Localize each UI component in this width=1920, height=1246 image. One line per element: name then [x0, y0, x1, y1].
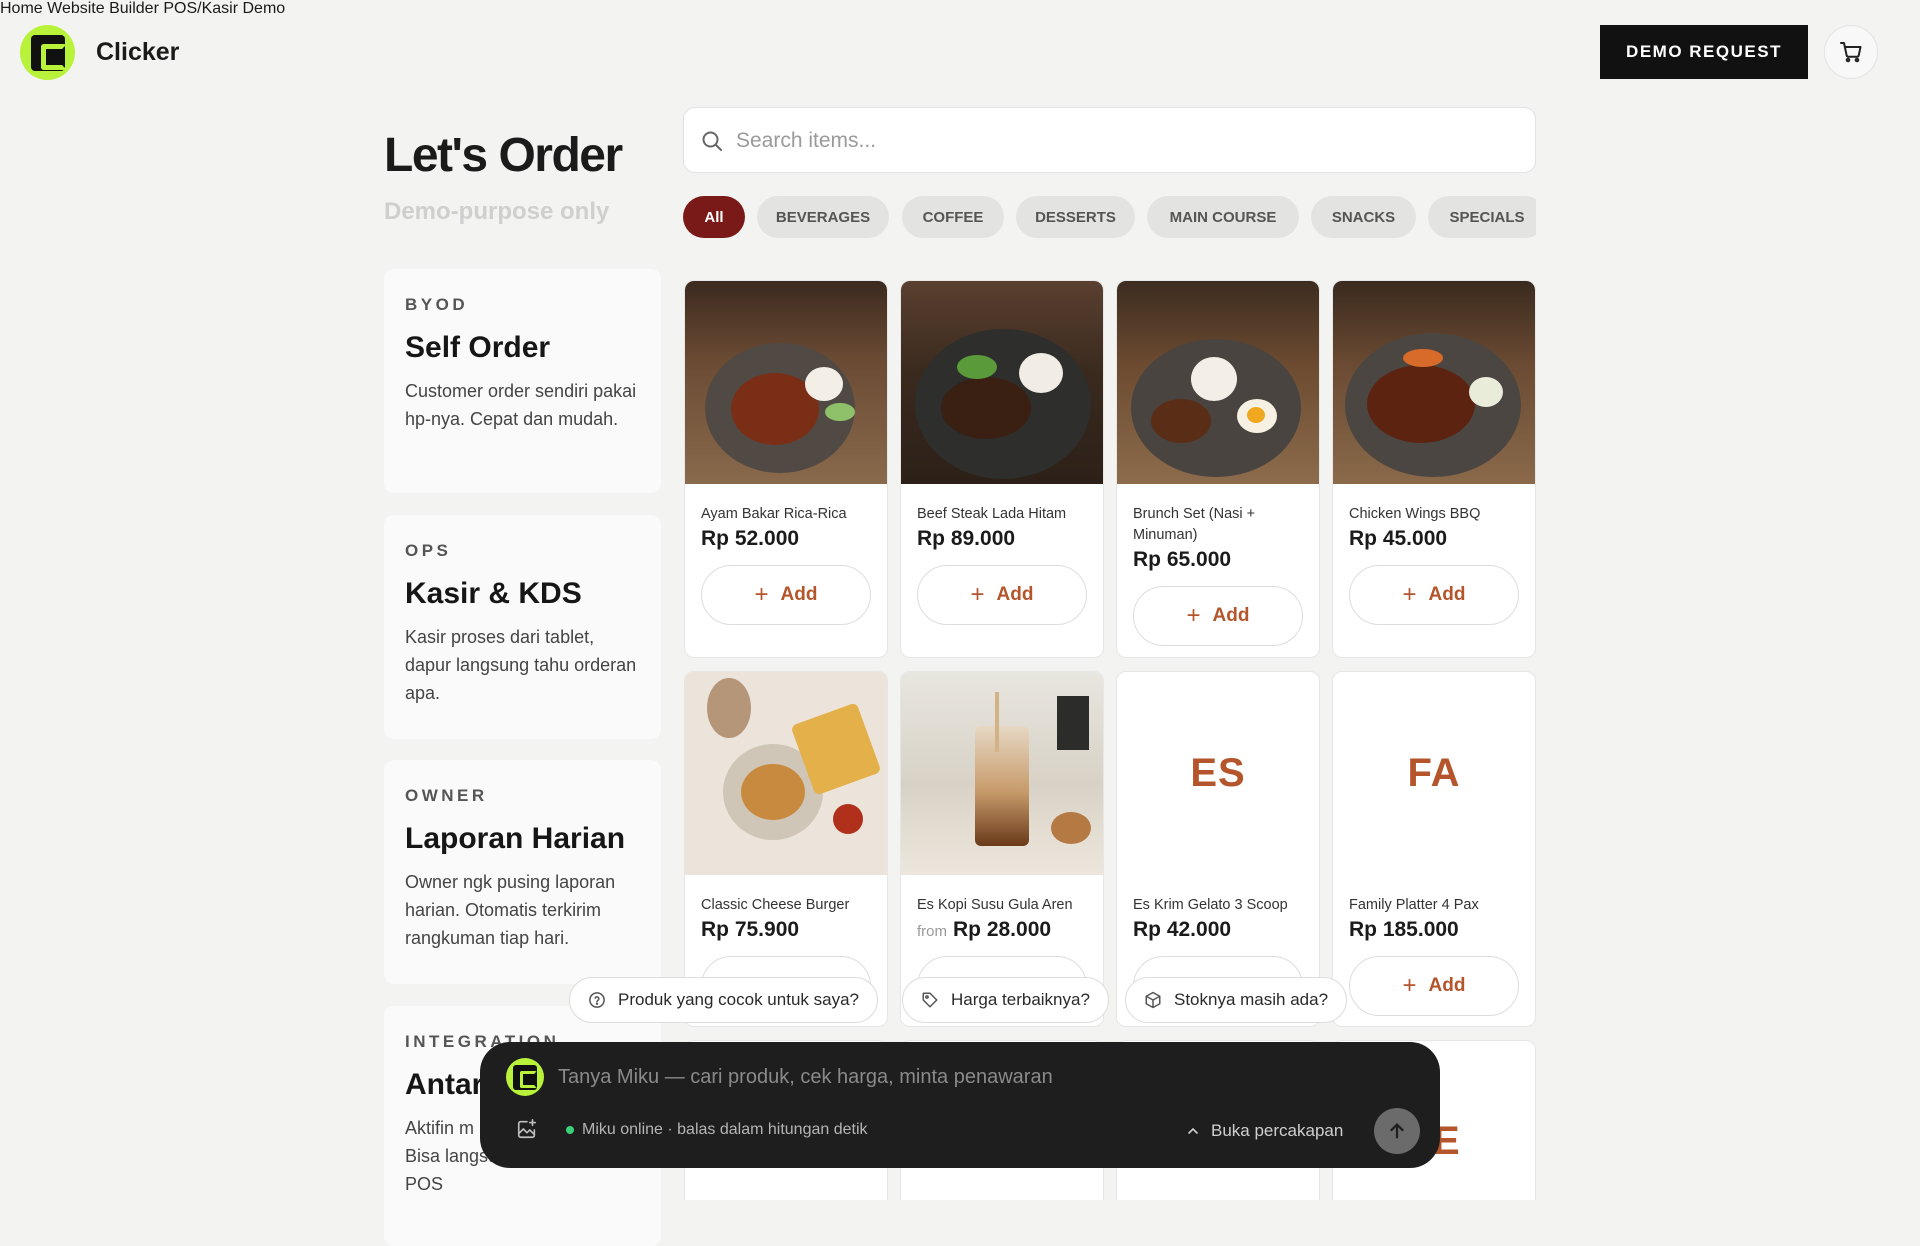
chip-beverages[interactable]: BEVERAGES — [757, 196, 889, 238]
search-input[interactable] — [736, 121, 1506, 161]
image-add-icon — [517, 1119, 537, 1139]
image-upload-button[interactable] — [516, 1118, 538, 1145]
iced-coffee-image — [901, 672, 1103, 875]
feature-description: Customer order sendiri pakai hp-nya. Cep… — [405, 381, 637, 429]
feature-description: Owner ngk pusing laporan harian. Otomati… — [405, 872, 616, 948]
product-price: Rp 45.000 — [1349, 527, 1448, 550]
feature-description: Kasir proses dari tablet, dapur langsung… — [405, 627, 637, 703]
feature-tag: OWNER — [405, 786, 488, 805]
add-to-cart-button[interactable]: +Add — [1133, 586, 1303, 646]
demo-request-button[interactable]: DEMO REQUEST — [1600, 25, 1808, 79]
product-name: Beef Steak Lada Hitam — [917, 506, 1067, 522]
cart-button[interactable] — [1824, 25, 1878, 79]
feature-card-byod: BYOD Self Order Customer order sendiri p… — [384, 269, 661, 493]
product-initials-placeholder: ES — [1190, 751, 1246, 795]
product-card[interactable]: Brunch Set (Nasi + Minuman) Rp 65.000 + A… — [1116, 280, 1320, 658]
add-to-cart-button[interactable]: +Add — [1349, 956, 1519, 1016]
cart-icon — [1840, 42, 1862, 63]
feature-card-ops: OPS Kasir & KDS Kasir proses dari tablet… — [384, 515, 661, 739]
product-price: Rp 65.000 — [1133, 548, 1232, 571]
suggestion-stock[interactable]: Stoknya masih ada? — [1125, 977, 1348, 1023]
add-to-cart-button[interactable]: +Add — [917, 565, 1087, 625]
arrow-up-icon — [1390, 1123, 1404, 1139]
brunch-set-plate-image — [1117, 281, 1319, 484]
open-conversation-button[interactable]: Buka percakapan — [1185, 1121, 1343, 1141]
product-card[interactable]: Beef Steak Lada Hitam Rp 89.000 + Add — [900, 280, 1104, 658]
product-card[interactable]: Classic Cheese Burger Rp 75.900 +Add — [684, 671, 888, 1027]
brand-name[interactable]: Clicker — [96, 38, 179, 67]
chip-specials[interactable]: SPECIALS — [1428, 196, 1536, 238]
plus-icon: + — [970, 581, 985, 608]
add-to-cart-button[interactable]: +Add — [701, 565, 871, 625]
product-card[interactable]: Ayam Bakar Rica-Rica Rp 52.000 + Add — [684, 280, 888, 658]
page-title: Let's Order — [384, 129, 623, 182]
miku-avatar — [506, 1058, 544, 1096]
feature-title: Self Order — [405, 331, 551, 364]
chip-all[interactable]: All — [683, 196, 745, 238]
suggestion-product-match[interactable]: Produk yang cocok untuk saya? — [569, 977, 878, 1023]
chat-widget: Tanya Miku — cari produk, cek harga, min… — [480, 1042, 1440, 1168]
clicker-logo-icon[interactable] — [20, 25, 75, 80]
suggestion-best-price[interactable]: Harga terbaiknya? — [902, 977, 1109, 1023]
product-price: Rp 42.000 — [1133, 918, 1232, 941]
chip-snacks[interactable]: SNACKS — [1311, 196, 1416, 238]
product-name: Ayam Bakar Rica-Rica — [701, 506, 847, 522]
search-icon — [702, 131, 722, 151]
product-name: Es Krim Gelato 3 Scoop — [1133, 897, 1288, 913]
online-indicator — [566, 1126, 574, 1134]
add-to-cart-button[interactable]: +Add — [1349, 565, 1519, 625]
product-name: Chicken Wings BBQ — [1349, 506, 1481, 522]
chip-coffee[interactable]: COFFEE — [902, 196, 1004, 238]
chicken-wings-plate-image — [1333, 281, 1535, 484]
feature-tag: BYOD — [405, 295, 469, 314]
send-button[interactable] — [1374, 1108, 1420, 1154]
plus-icon: + — [1402, 972, 1417, 999]
chat-status: Miku online · balas dalam hitungan detik — [566, 1121, 868, 1139]
product-price: Rp 75.900 — [701, 918, 800, 941]
product-card[interactable]: FA Family Platter 4 Pax Rp 185.000 + Add — [1332, 671, 1536, 1027]
product-name: Family Platter 4 Pax — [1349, 897, 1479, 913]
feature-title: Laporan Harian — [405, 822, 626, 855]
feature-tag: OPS — [405, 541, 452, 560]
product-name: Brunch Set (Nasi + Minuman) — [1133, 506, 1256, 543]
grilled-chicken-plate-image — [685, 281, 887, 484]
plus-icon: + — [1402, 581, 1417, 608]
chip-desserts[interactable]: DESSERTS — [1016, 196, 1135, 238]
chat-input[interactable]: Tanya Miku — cari produk, cek harga, min… — [558, 1066, 1053, 1089]
product-price: Rp 52.000 — [701, 527, 800, 550]
nav-home[interactable]: Home — [0, 0, 43, 17]
product-card[interactable]: ES Es Krim Gelato 3 Scoop Rp 42.000 +Add — [1116, 671, 1320, 1027]
chevron-up-icon — [1188, 1127, 1198, 1134]
site-header: Clicker Home Website Builder POS/Kasir D… — [0, 0, 1920, 104]
product-name: Classic Cheese Burger — [701, 897, 850, 913]
package-icon — [1145, 991, 1161, 1009]
product-price: Rp 185.000 — [1349, 918, 1459, 941]
category-filter: All BEVERAGES COFFEE DESSERTS MAIN COURS… — [683, 196, 1536, 238]
feature-title: Kasir & KDS — [405, 577, 582, 610]
feature-card-owner: OWNER Laporan Harian Owner ngk pusing la… — [384, 760, 661, 984]
nav-website-builder[interactable]: Website Builder — [47, 0, 159, 17]
product-price: from Rp 28.000 — [917, 918, 1052, 941]
tag-icon — [922, 992, 938, 1008]
burger-fries-image — [685, 672, 887, 875]
plus-icon: + — [1186, 602, 1201, 629]
product-card[interactable]: Chicken Wings BBQ Rp 45.000 + Add — [1332, 280, 1536, 658]
page-subtitle: Demo-purpose only — [384, 198, 610, 225]
plus-icon: + — [754, 581, 769, 608]
chip-main-course[interactable]: MAIN COURSE — [1147, 196, 1299, 238]
product-name: Es Kopi Susu Gula Aren — [917, 897, 1073, 913]
beef-steak-plate-image — [901, 281, 1103, 484]
product-initials-placeholder: FA — [1407, 751, 1461, 795]
product-price: Rp 89.000 — [917, 527, 1016, 550]
help-circle-icon — [589, 992, 605, 1008]
search-bar[interactable] — [683, 107, 1536, 173]
nav-pos-kasir-demo[interactable]: POS/Kasir Demo — [163, 0, 285, 17]
product-card[interactable]: Es Kopi Susu Gula Aren fromRp 28.000 +Ad… — [900, 671, 1104, 1027]
